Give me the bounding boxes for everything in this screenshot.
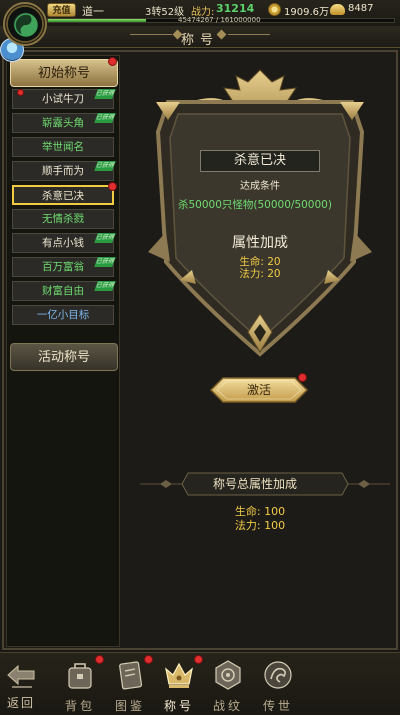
back-arrow-icon (7, 664, 35, 688)
title-list-item-label: 一亿小目标 (36, 309, 90, 321)
title-bar: 称号 (0, 26, 400, 48)
title-list-item[interactable]: 杀意已决 (12, 182, 117, 205)
nav-title-label: 称号 (163, 699, 194, 713)
dragon-icon (264, 661, 292, 689)
nav-legend-label: 传世 (262, 699, 293, 713)
title-list: 小试牛刀 已获得 崭露头角 已获得 举世闻名 顺手而为 已获得 杀意已决 无情杀戮 有点小钱 已获得… (12, 85, 117, 325)
title-list-item[interactable]: 举世闻名 (12, 137, 114, 157)
title-sidebar: 初始称号 小试牛刀 已获得 崭露头角 已获得 举世闻名 顺手而为 已获得 杀意已决 无情杀戮 有点… (6, 55, 120, 647)
bottom-nav: 返回 背包 图鉴 称号 战纹 传世 (0, 652, 400, 715)
book-icon (119, 661, 143, 690)
title-list-item-label: 百万富翁 (42, 261, 84, 273)
title-list-item-label: 顺手而为 (42, 165, 84, 177)
coin-icon (268, 3, 281, 16)
obtained-tag: 已获得 (94, 113, 116, 123)
player-name: 道一 (82, 5, 104, 18)
exp-bar-fill (48, 19, 146, 22)
power-value: 31214 (216, 2, 255, 15)
bag-icon (68, 663, 92, 689)
obtained-tag: 已获得 (94, 281, 116, 291)
red-dot-badge (194, 655, 203, 664)
title-list-item[interactable]: 顺手而为 已获得 (12, 161, 116, 181)
selected-title-name: 杀意已决 (200, 150, 320, 172)
crown-icon (165, 662, 193, 688)
red-dot-badge (17, 89, 24, 96)
ingot-count: 8487 (348, 3, 374, 14)
title-list-item[interactable]: 百万富翁 已获得 (12, 257, 116, 277)
title-list-item-label: 财富自由 (42, 285, 84, 297)
top-status-bar: 充值 道一 3转52级 战力: 31214 1909.6万 8487 45474… (0, 0, 400, 26)
nav-battle-pattern[interactable]: 战纹 (206, 657, 250, 715)
total-attributes-title: 称号总属性加成 (212, 477, 297, 491)
nav-battle-label: 战纹 (212, 699, 243, 713)
nav-bag[interactable]: 背包 (58, 655, 104, 715)
total-attributes-frame (140, 472, 390, 496)
nav-title[interactable]: 称号 (157, 655, 203, 715)
title-list-item-label: 小试牛刀 (42, 93, 84, 105)
obtained-tag: 已获得 (94, 161, 116, 171)
nav-atlas-label: 图鉴 (114, 699, 145, 713)
attribute-mp: 法力: 20 (239, 268, 281, 280)
red-dot-badge (144, 655, 153, 664)
obtained-tag: 已获得 (94, 233, 116, 243)
title-list-item-label: 举世闻名 (42, 141, 84, 153)
title-list-item-label: 杀意已决 (42, 190, 84, 202)
title-list-item[interactable]: 一亿小目标 (12, 305, 114, 325)
total-mp: 法力: 100 (234, 519, 286, 532)
coin-count: 1909.6万 (284, 7, 329, 18)
attribute-title: 属性加成 (232, 235, 288, 251)
obtained-tag: 已获得 (94, 257, 116, 267)
condition-label: 达成条件 (240, 181, 280, 192)
title-list-item-label: 有点小钱 (42, 237, 84, 249)
title-emblem (148, 69, 372, 357)
activate-label: 激活 (246, 383, 271, 397)
taiji-icon (14, 13, 38, 37)
red-dot-badge (108, 57, 117, 66)
condition-text: 杀50000只怪物(50000/50000) (178, 199, 332, 211)
title-list-item-label: 无情杀戮 (42, 213, 84, 225)
category-event-titles[interactable]: 活动称号 (10, 343, 118, 371)
red-dot-badge (108, 182, 117, 191)
nav-bag-label: 背包 (64, 699, 95, 713)
nav-legend[interactable]: 传世 (256, 657, 300, 715)
ornament-line (228, 34, 270, 35)
page-title: 称号 (180, 33, 219, 48)
title-list-item-label: 崭露头角 (42, 117, 84, 129)
player-avatar[interactable] (3, 2, 47, 46)
nav-atlas[interactable]: 图鉴 (108, 655, 153, 715)
red-dot-badge (95, 655, 104, 664)
recharge-button[interactable]: 充值 (47, 3, 76, 17)
back-button[interactable]: 返回 (3, 659, 39, 711)
title-list-item[interactable]: 崭露头角 已获得 (12, 113, 116, 133)
red-dot-badge (298, 373, 307, 382)
title-list-item[interactable]: 财富自由 已获得 (12, 281, 116, 301)
back-label: 返回 (6, 696, 35, 710)
category-initial-titles[interactable]: 初始称号 (10, 59, 118, 87)
rune-icon (215, 660, 241, 690)
exp-text: 45474267 / 161000000 (178, 16, 261, 24)
title-list-item[interactable]: 无情杀戮 (12, 209, 114, 229)
title-list-item[interactable]: 有点小钱 已获得 (12, 233, 116, 253)
ingot-icon (330, 4, 345, 15)
title-list-item[interactable]: 小试牛刀 已获得 (12, 89, 116, 109)
obtained-tag: 已获得 (94, 89, 116, 99)
activate-button[interactable]: 激活 (209, 373, 309, 404)
